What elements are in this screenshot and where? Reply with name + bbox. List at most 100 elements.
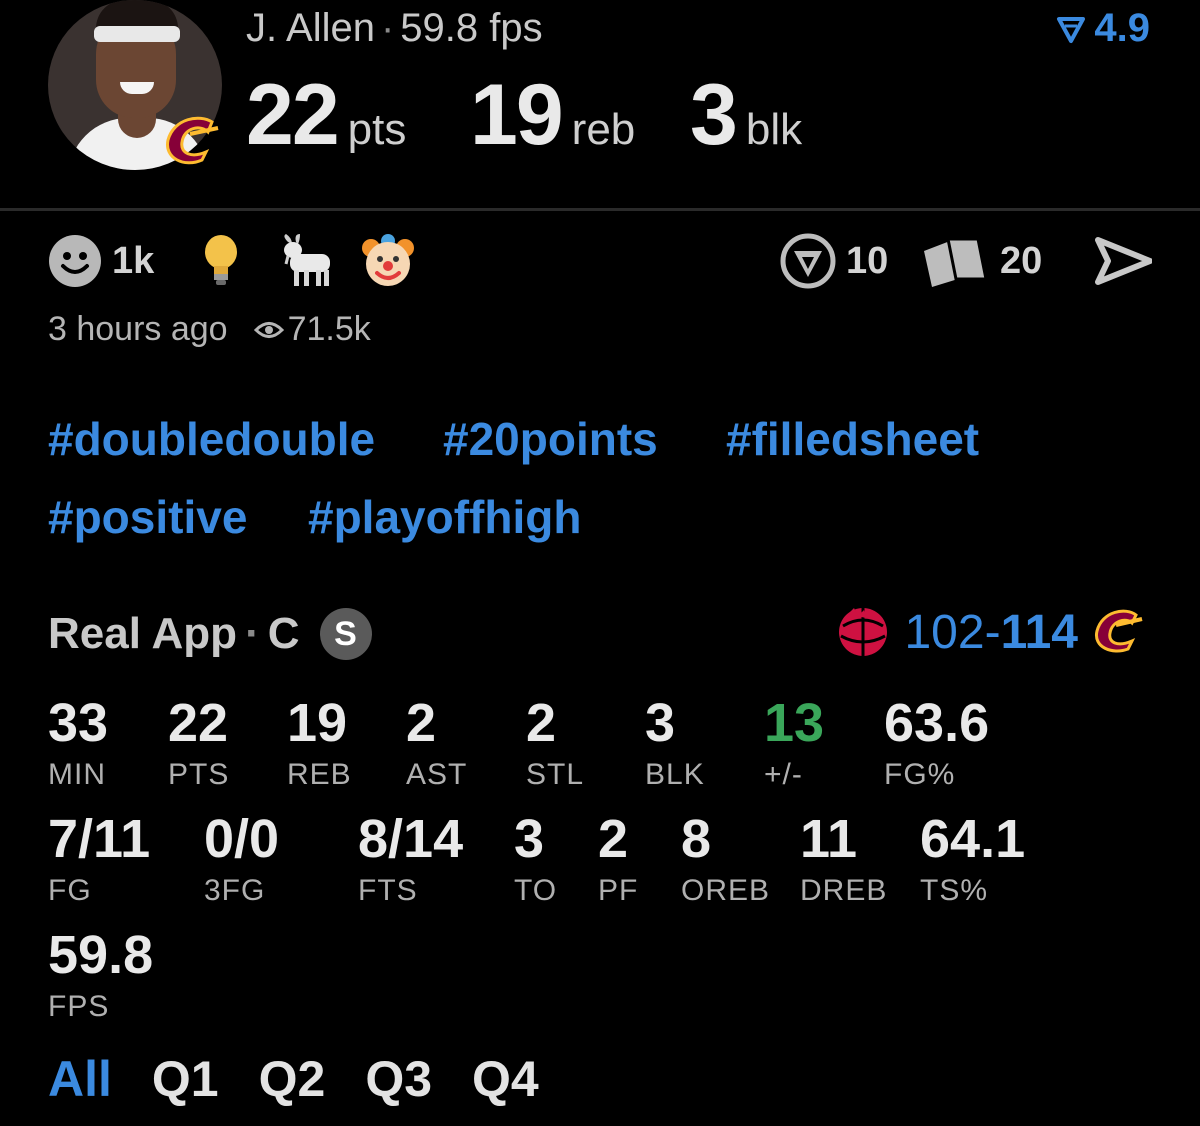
stat-label: AST [406, 758, 468, 791]
tab-all[interactable]: All [48, 1050, 112, 1108]
comments-button[interactable]: 10 [780, 232, 888, 290]
tab-q3[interactable]: Q3 [365, 1050, 432, 1108]
smile-icon [49, 235, 101, 287]
clown-icon [362, 234, 414, 286]
views: 71.5k [253, 310, 371, 349]
rating-badge[interactable]: 4.9 [1056, 6, 1150, 51]
stat-value: 2 [406, 693, 437, 753]
stat-fps: 59.8 FPS [48, 928, 153, 1024]
hashtag[interactable]: #positive [48, 490, 247, 544]
stat-stl: 2 STL [526, 696, 584, 792]
hashtag[interactable]: #20points [443, 412, 658, 466]
big-stat-value: 3 [690, 67, 738, 163]
smile-reaction-count: 1k [112, 239, 155, 282]
stat-value: 22 [168, 693, 229, 753]
stat-value: 33 [48, 693, 109, 753]
stat-label: PF [598, 874, 639, 907]
stat-label: STL [526, 758, 585, 791]
goat-reaction-button[interactable] [278, 232, 336, 290]
hashtag[interactable]: #filledsheet [726, 412, 979, 466]
stat-3fg: 0/0 3FG [204, 812, 279, 908]
stat-pts: 22 PTS [168, 696, 229, 792]
tab-q4[interactable]: Q4 [472, 1050, 539, 1108]
separator: · [245, 609, 260, 658]
player-position: C [267, 609, 300, 658]
stat-value: 2 [526, 693, 557, 753]
tab-q1[interactable]: Q1 [152, 1050, 219, 1108]
stat-label: DREB [800, 874, 888, 907]
stat-blk: 3 BLK [645, 696, 705, 792]
header-divider [0, 208, 1200, 211]
stat-label: REB [287, 758, 352, 791]
stat-label: TO [514, 874, 558, 907]
eye-icon [253, 321, 284, 338]
stat-value: 7/11 [48, 809, 151, 869]
stat-value: 3 [514, 809, 545, 869]
stat-value: 2 [598, 809, 629, 869]
stat-fts: 8/14 FTS [358, 812, 463, 908]
stat-value: 64.1 [920, 809, 1026, 869]
stat-min: 33 MIN [48, 696, 108, 792]
quarter-tabs: All Q1 Q2 Q3 Q4 [48, 1050, 539, 1108]
comment-v-icon [780, 233, 836, 289]
stat-ast: 2 AST [406, 696, 467, 792]
time-ago: 3 hours ago [48, 310, 228, 348]
tab-q2[interactable]: Q2 [259, 1050, 326, 1108]
raptors-logo-icon [839, 608, 888, 656]
game-score[interactable]: 102-114 [834, 604, 1148, 660]
stat-label: FG% [884, 758, 956, 791]
big-stat-value: 22 [246, 67, 340, 163]
stat-value: 63.6 [884, 693, 990, 753]
cards-icon [924, 237, 988, 287]
stat-label: OREB [681, 874, 771, 907]
comment-count: 10 [846, 239, 889, 282]
player-name[interactable]: J. Allen [246, 6, 375, 50]
stat-value: 8/14 [358, 809, 464, 869]
share-button[interactable] [1094, 232, 1152, 290]
score-dash: - [984, 605, 1001, 659]
stat-value: 0/0 [204, 809, 280, 869]
stat-ts-pct: 64.1 TS% [920, 812, 1025, 908]
big-stat-rebounds: 19 reb [470, 66, 635, 165]
stat-fg: 7/11 FG [48, 812, 150, 908]
stat-value: 8 [681, 809, 712, 869]
big-stat-unit: pts [347, 105, 407, 154]
stat-fg-pct: 63.6 FG% [884, 696, 989, 792]
stat-to: 3 TO [514, 812, 557, 908]
stat-dreb: 11 DREB [800, 812, 887, 908]
player-name-line[interactable]: J. Allen · 59.8 fps [246, 6, 543, 51]
home-score: 102 [904, 605, 985, 659]
stat-label: FTS [358, 874, 418, 907]
hashtag[interactable]: #playoffhigh [308, 490, 581, 544]
stat-value: 11 [800, 809, 858, 869]
stat-value: 13 [764, 693, 825, 753]
goat-icon [284, 234, 330, 286]
stat-label: TS% [920, 874, 989, 907]
filter-funnel-icon [1057, 16, 1086, 43]
away-score: 114 [1000, 605, 1078, 659]
source-app: Real App [48, 609, 238, 658]
lightbulb-reaction-button[interactable] [202, 232, 240, 290]
fps-summary: 59.8 fps [400, 6, 543, 50]
stat-oreb: 8 OREB [681, 812, 770, 908]
stat-pf: 2 PF [598, 812, 638, 908]
stat-label: FPS [48, 990, 110, 1023]
cavaliers-logo-icon [166, 116, 219, 165]
source-line: Real App · C S [48, 608, 372, 660]
cards-button[interactable]: 20 [920, 232, 1042, 290]
send-icon [1095, 237, 1152, 285]
post-meta: 3 hours ago 71.5k [48, 310, 371, 349]
rating-value: 4.9 [1094, 6, 1150, 50]
stat-plus-minus: 13 +/- [764, 696, 824, 792]
smile-reaction-button[interactable]: 1k [48, 232, 154, 290]
starter-badge: S [319, 608, 372, 660]
clown-reaction-button[interactable] [360, 232, 416, 290]
cards-count: 20 [1000, 239, 1043, 282]
stat-value: 3 [645, 693, 676, 753]
stat-label: BLK [645, 758, 705, 791]
lightbulb-icon [205, 235, 237, 285]
view-count: 71.5k [287, 310, 371, 348]
stat-label: +/- [764, 758, 803, 791]
stat-label: PTS [168, 758, 230, 791]
hashtag[interactable]: #doubledouble [48, 412, 375, 466]
